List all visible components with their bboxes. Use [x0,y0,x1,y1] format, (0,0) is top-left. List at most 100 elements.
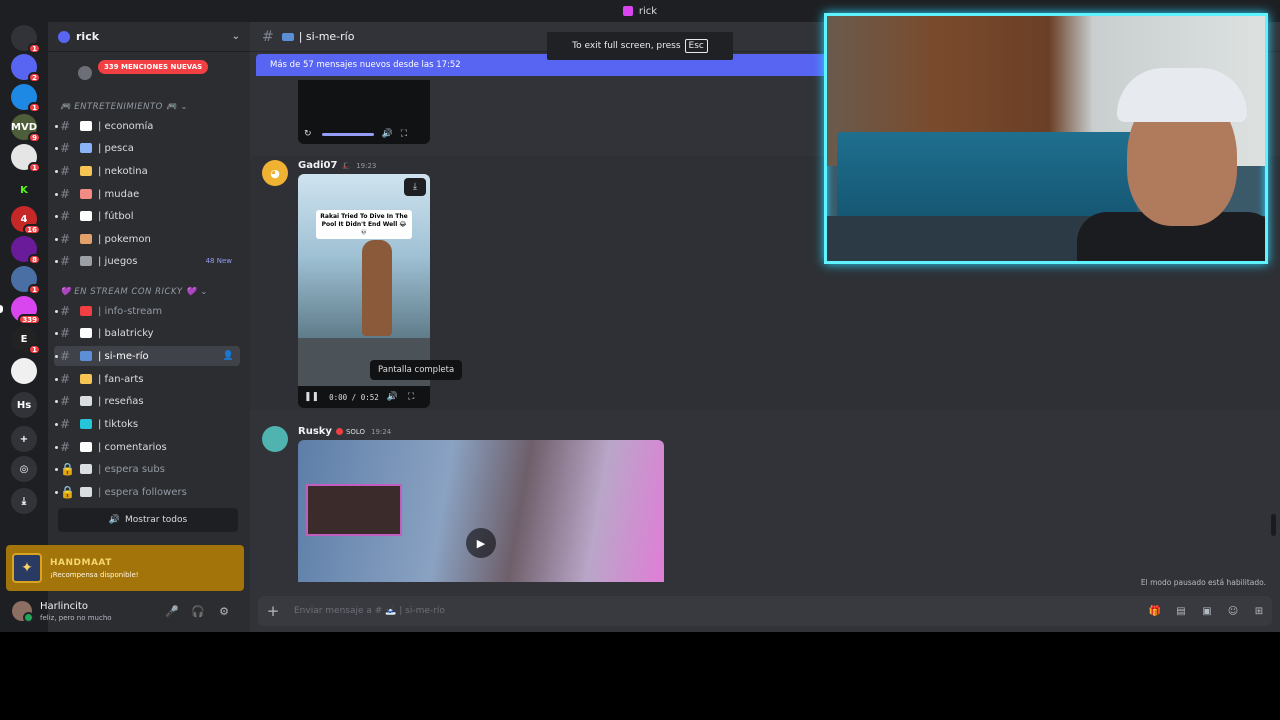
channel-item[interactable]: # | nekotina [54,161,240,181]
avatar[interactable] [12,601,34,623]
category-entretenimiento[interactable]: 🎮 ENTRETENIMIENTO 🎮 ⌄ [60,102,188,112]
gift-icon[interactable]: 🎁 [1142,606,1168,617]
reward-badge-icon: ✦ [12,553,42,583]
pause-icon[interactable]: ❚❚ [304,392,319,402]
download-icon[interactable]: ⤓ [404,178,426,196]
server-discord-icon[interactable]: 2 [11,54,41,83]
server-purple-icon[interactable]: 8 [11,236,41,265]
channel-item[interactable]: # | mudae [54,184,240,204]
channel-item[interactable]: # | si-me-río 👤 [54,346,240,366]
previous-video[interactable]: ↻ 🔊 ⛶ [298,80,430,144]
hash-icon: # [60,372,71,386]
server-header[interactable]: rick ⌄ [48,22,250,52]
channel-item[interactable]: 🔒 | espera subs [54,459,240,479]
channel-item[interactable]: # | tiktoks [54,414,240,434]
channel-item[interactable]: # | balatricky [54,323,240,343]
server-add-icon[interactable]: + [11,426,37,452]
channel-item[interactable]: # | economía [54,116,240,136]
channel-emoji-icon [80,464,92,474]
channel-name: | info-stream [98,305,163,317]
unread-dot [55,125,58,128]
scrollbar[interactable] [1271,514,1276,536]
video-attachment[interactable]: ▶ [298,440,664,582]
message-input[interactable] [288,606,1142,616]
mentions-badge[interactable]: 339 MENCIONES NUEVAS [98,60,209,74]
channel-item[interactable]: 🔒 | espera followers [54,482,240,502]
message-author[interactable]: Gadi07 [298,160,337,171]
volume-icon[interactable]: 🔊 [387,392,398,402]
username[interactable]: Harlincito [40,601,112,612]
volume-slider[interactable] [321,132,374,136]
new-count-badge: 48 New [205,257,232,265]
fullscreen-tooltip: Pantalla completa [370,360,463,380]
video-person [362,240,392,336]
channel-item[interactable]: # | juegos 48 New [54,251,240,271]
server-cube-icon[interactable]: 1 [11,84,41,113]
lock-icon: 🔒 [60,462,75,476]
new-messages-banner[interactable]: Más de 57 mensajes nuevos desde las 17:5… [256,54,836,76]
category-en-stream[interactable]: 💜 EN STREAM CON RICKY 💜 ⌄ [60,287,208,297]
channel-name: | espera subs [98,463,165,475]
server-label: ⤓ [21,495,27,507]
mute-mic-icon[interactable]: 🎤 [164,603,180,619]
channel-item[interactable]: # | comentarios [54,437,240,457]
server-explore-icon[interactable]: ◎ [11,456,37,482]
server-troll-icon[interactable] [11,358,37,384]
sticker-icon[interactable]: ▣ [1194,606,1220,617]
unread-badge: 1 [28,344,41,355]
gear-icon[interactable]: ⚙ [216,603,232,619]
discord-avatar-icon[interactable]: ◕ [262,160,288,186]
server-rick-server-icon[interactable]: 339 [11,296,41,325]
channel-item[interactable]: # | reseñas [54,391,240,411]
unread-dot [55,378,58,381]
unread-dot [55,147,58,150]
server-mvd-icon[interactable]: MVD 9 [11,114,41,143]
chevron-down-icon[interactable]: ⌄ [232,31,240,42]
channel-emoji-icon [80,121,92,131]
avatar [78,66,92,80]
server-fourty-icon[interactable]: 4 16 [11,206,41,235]
reward-banner[interactable]: ✦ HANDMAAT ¡Recompensa disponible! [6,545,244,591]
hash-icon: # [60,187,71,201]
server-label: 4 [20,213,28,225]
volume-icon[interactable]: 🔊 [382,129,393,139]
gif-icon[interactable]: ▤ [1168,606,1194,617]
apps-icon[interactable]: ⊞ [1246,606,1272,617]
fullscreen-icon[interactable]: ⛶ [401,129,407,139]
channel-item[interactable]: # | fan-arts [54,369,240,389]
channel-item[interactable]: # | pokemon [54,229,240,249]
message-composer: + 🎁 ▤ ▣ ☺ ⊞ [258,596,1272,626]
headphones-icon[interactable]: 🎧 [190,603,206,619]
channel-emoji-icon [80,234,92,244]
show-all-button[interactable]: 🔊 Mostrar todos [58,508,238,532]
server-earth-icon[interactable]: 1 [11,266,41,295]
channel-emoji-icon [80,189,92,199]
server-download-icon[interactable]: ⤓ [11,488,37,514]
server-label: MVD [11,121,37,133]
channel-item[interactable]: # | fútbol [54,206,240,226]
unread-dot [55,355,58,358]
channel-item[interactable]: # | info-stream [54,301,240,321]
add-attachment-icon[interactable]: + [258,602,288,620]
webcam-overlay [824,13,1268,264]
channel-emoji-icon [80,419,92,429]
channel-item[interactable]: # | pesca [54,138,240,158]
server-ea-icon[interactable]: E1 [11,326,41,355]
role-label: SOLO [345,427,366,436]
server-kick-icon[interactable]: K [11,177,37,203]
avatar[interactable] [262,426,288,452]
message-author[interactable]: Rusky [298,426,332,437]
replay-icon[interactable]: ↻ [304,129,312,139]
fullscreen-icon[interactable]: ⛶ [408,392,414,402]
channel-emoji-icon [80,166,92,176]
hash-icon: # [262,28,274,45]
unread-badge: 2 [28,72,41,83]
server-direct-messages-icon[interactable]: 1 [11,25,41,54]
channel-emoji-icon [80,256,92,266]
emoji-icon[interactable]: ☺ [1220,606,1246,617]
play-icon[interactable]: ▶ [466,528,496,558]
server-hs-icon[interactable]: Hs [11,392,37,418]
invite-user-icon[interactable]: 👤 [223,351,234,361]
paused-mode-note: El modo pausado está habilitado. [1140,578,1266,587]
server-face-icon[interactable]: 1 [11,144,41,173]
